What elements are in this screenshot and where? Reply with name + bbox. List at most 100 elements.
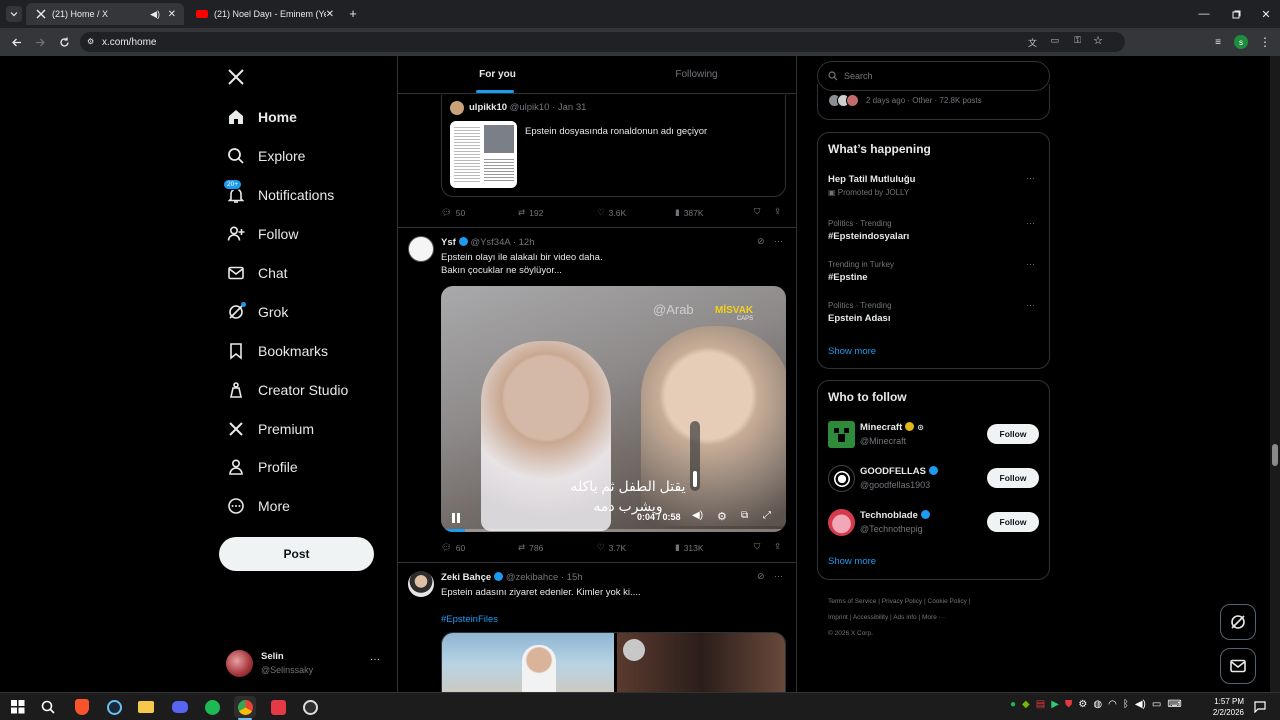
x-logo-link[interactable] xyxy=(225,66,247,88)
share-button[interactable]: ⇪ xyxy=(774,206,781,217)
sidebar-item-follow[interactable]: Follow xyxy=(226,219,298,249)
trend-item[interactable]: Hep Tatil Mutluluğu ▣ Promoted by JOLLY xyxy=(828,174,915,197)
video-progress-track[interactable] xyxy=(441,529,786,532)
views-button[interactable]: ▮ 387K xyxy=(675,207,704,218)
tweet-time[interactable]: 15h xyxy=(567,572,583,583)
account-switcher[interactable]: Selin @Selinssaky ··· xyxy=(226,648,386,680)
follow-suggestion-technoblade[interactable]: Technoblade @Technothepig xyxy=(828,508,978,538)
trend-more-icon[interactable]: ··· xyxy=(1026,259,1035,269)
start-button[interactable] xyxy=(8,697,28,717)
views-button[interactable]: ▮ 313K xyxy=(675,542,704,553)
trend-more-icon[interactable]: ··· xyxy=(1026,300,1035,310)
trend-more-icon[interactable]: ··· xyxy=(1026,173,1035,183)
tweet-media-grid[interactable] xyxy=(441,632,786,692)
repost-button[interactable]: ⇄ 192 xyxy=(518,207,543,218)
volume-icon[interactable]: ◀) xyxy=(692,510,703,521)
media-image[interactable] xyxy=(617,633,785,692)
post-button[interactable]: Post xyxy=(219,537,374,571)
tweet-more-icon[interactable]: ··· xyxy=(774,571,783,581)
tray-app-icon[interactable]: ▤ xyxy=(1036,699,1045,710)
chrome-icon[interactable] xyxy=(234,696,256,718)
sidebar-item-grok[interactable]: Grok xyxy=(226,297,288,327)
tray-shield-icon[interactable]: ⛊ xyxy=(1065,699,1073,710)
tray-sound-icon[interactable]: ◀) xyxy=(1135,699,1146,710)
reply-button[interactable]: 💬︎ 60 xyxy=(441,542,465,553)
sidebar-item-notifications[interactable]: 20+ Notifications xyxy=(223,179,334,210)
page-scrollbar[interactable] xyxy=(1270,56,1280,692)
new-tab-button[interactable]: + xyxy=(346,6,360,21)
speaker-icon[interactable]: ◀) xyxy=(150,9,160,20)
tray-discord-icon[interactable]: ◍ xyxy=(1093,699,1102,710)
like-button[interactable]: ♡ 3.7K xyxy=(597,542,626,553)
footer-link[interactable]: Accessibility xyxy=(853,614,888,621)
messages-floating-button[interactable] xyxy=(1220,648,1256,684)
follow-suggestion-minecraft[interactable]: Minecraft ⊙ @Minecraft xyxy=(828,420,978,450)
restore-button[interactable] xyxy=(1228,6,1244,22)
picture-in-picture-icon[interactable]: ⧉ xyxy=(741,510,748,521)
repost-button[interactable]: ⇄ 786 xyxy=(518,542,543,553)
close-tab-icon[interactable]: ✕ xyxy=(168,9,176,20)
fullscreen-icon[interactable]: ⤢ xyxy=(763,510,771,521)
obs-icon[interactable] xyxy=(300,697,320,717)
pause-button[interactable] xyxy=(451,512,461,524)
media-image[interactable] xyxy=(442,633,614,692)
avatar[interactable] xyxy=(408,236,434,262)
sidebar-item-home[interactable]: Home xyxy=(226,102,297,132)
tray-battery-icon[interactable]: ▭ xyxy=(1152,699,1161,710)
sidebar-item-bookmarks[interactable]: Bookmarks xyxy=(226,336,328,366)
volume-slider[interactable] xyxy=(690,421,700,491)
back-button[interactable] xyxy=(8,34,24,50)
sidebar-item-explore[interactable]: Explore xyxy=(226,141,305,171)
sidebar-item-premium[interactable]: Premium xyxy=(226,414,314,444)
sidebar-item-more[interactable]: More xyxy=(226,491,290,521)
tray-bluetooth-icon[interactable]: ᛒ xyxy=(1123,699,1129,710)
browser-tab-x-home[interactable]: (21) Home / X ◀) ✕ xyxy=(26,3,184,25)
footer-link[interactable]: Ads info xyxy=(893,614,917,621)
footer-link[interactable]: Privacy Policy xyxy=(882,598,922,605)
follow-suggestion-goodfellas[interactable]: GOODFELLAS @goodfellas1903 xyxy=(828,464,978,494)
discord-icon[interactable] xyxy=(170,697,190,717)
tab-for-you[interactable]: For you xyxy=(398,56,597,93)
app-red-icon[interactable] xyxy=(268,697,288,717)
tray-lang-icon[interactable]: ⌨ xyxy=(1167,699,1181,710)
reply-button[interactable]: 💬︎ 50 xyxy=(441,207,465,218)
video-player[interactable]: @Arab MİSVAK CAPS يقتل الطفل ثم ياكله وي… xyxy=(441,286,786,532)
footer-link[interactable]: Terms of Service xyxy=(828,598,876,605)
quoted-tweet-card[interactable]: ulpikk10 @ulpik10 · Jan 31 Epstein dosya… xyxy=(441,95,786,197)
like-button[interactable]: ♡ 3.6K xyxy=(597,207,626,218)
taskbar-search-button[interactable] xyxy=(38,697,58,717)
minimize-button[interactable]: — xyxy=(1196,6,1212,22)
sidebar-item-profile[interactable]: Profile xyxy=(226,452,298,482)
footer-link[interactable]: Cookie Policy xyxy=(928,598,967,605)
follow-button[interactable]: Follow xyxy=(987,512,1039,532)
tab-search-button[interactable] xyxy=(6,6,22,22)
footer-link[interactable]: More ··· xyxy=(922,614,945,621)
tray-wifi-icon[interactable]: ◠ xyxy=(1108,699,1117,710)
grok-floating-button[interactable] xyxy=(1220,604,1256,640)
address-bar[interactable]: ⚙ x.com/home 文 ▭ ⚿ ☆ xyxy=(80,32,1125,52)
password-key-icon[interactable]: ⚿ xyxy=(1074,35,1081,46)
translate-icon[interactable]: 文 xyxy=(1028,36,1037,49)
site-info-icon[interactable]: ⚙ xyxy=(87,37,94,46)
trend-item[interactable]: Politics · Trending #Epsteindosyaları xyxy=(828,219,909,242)
brave-icon[interactable] xyxy=(72,697,92,717)
browser-menu-button[interactable]: ⋮ xyxy=(1258,34,1272,50)
tweet-more-icon[interactable]: ··· xyxy=(774,236,783,246)
author-name[interactable]: Zeki Bahçe xyxy=(441,572,491,583)
clock[interactable]: 1:57 PM 2/2/2026 xyxy=(1200,696,1244,718)
profile-avatar-button[interactable]: s xyxy=(1234,35,1248,49)
show-more-link[interactable]: Show more xyxy=(828,556,876,567)
footer-link[interactable]: Imprint xyxy=(828,614,848,621)
show-more-link[interactable]: Show more xyxy=(828,346,876,357)
reload-button[interactable] xyxy=(56,34,72,50)
bookmark-star-icon[interactable]: ☆ xyxy=(1093,34,1103,47)
spotify-icon[interactable] xyxy=(202,697,222,717)
grok-icon[interactable]: ⊘ xyxy=(757,236,765,247)
browser-tab-youtube[interactable]: (21) Noel Dayı - Eminem (Yetişk ✕ xyxy=(186,3,342,25)
close-tab-icon[interactable]: ✕ xyxy=(326,9,334,20)
trend-item[interactable]: Politics · Trending Epstein Adası xyxy=(828,301,892,324)
tab-following[interactable]: Following xyxy=(597,56,796,93)
follow-button[interactable]: Follow xyxy=(987,468,1039,488)
account-more-icon[interactable]: ··· xyxy=(370,654,380,665)
scrollbar-thumb[interactable] xyxy=(1272,444,1278,466)
